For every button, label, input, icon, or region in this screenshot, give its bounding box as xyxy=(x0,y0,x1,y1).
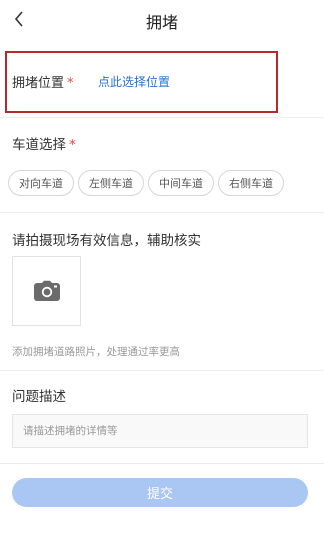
lane-section-title: 车道选择 * xyxy=(12,133,76,153)
camera-icon xyxy=(33,280,60,301)
lane-option-middle[interactable]: 中间车道 xyxy=(148,170,214,196)
location-label: 拥堵位置 * xyxy=(12,72,74,91)
lane-options: 对向车道 左侧车道 中间车道 右侧车道 xyxy=(8,170,284,196)
lane-title-text: 车道选择 xyxy=(12,137,66,153)
location-field[interactable]: 拥堵位置 * 点此选择位置 xyxy=(5,51,278,113)
required-mark: * xyxy=(67,76,74,91)
divider xyxy=(0,370,324,371)
select-location-link[interactable]: 点此选择位置 xyxy=(98,73,170,90)
lane-option-left[interactable]: 左侧车道 xyxy=(78,170,144,196)
lane-option-right[interactable]: 右侧车道 xyxy=(218,170,284,196)
divider xyxy=(0,212,324,213)
page-title: 拥堵 xyxy=(145,13,178,32)
description-title: 问题描述 xyxy=(12,389,66,405)
nav-header: 拥堵 xyxy=(0,0,324,44)
photo-section-title: 请拍摄现场有效信息，辅助核实 xyxy=(12,233,201,249)
location-label-text: 拥堵位置 xyxy=(12,76,65,91)
photo-hint: 添加拥堵道路照片，处理通过率更高 xyxy=(12,346,180,358)
divider xyxy=(0,463,324,464)
divider xyxy=(0,117,324,118)
required-mark: * xyxy=(69,137,76,153)
description-input[interactable] xyxy=(12,414,308,448)
add-photo-button[interactable] xyxy=(12,256,81,326)
submit-button[interactable]: 提交 xyxy=(12,478,308,507)
lane-option-oncoming[interactable]: 对向车道 xyxy=(8,170,74,196)
congestion-report-page: 拥堵 拥堵位置 * 点此选择位置 车道选择 * 对向车道 左侧车道 中间车道 右侧车… xyxy=(0,0,324,550)
